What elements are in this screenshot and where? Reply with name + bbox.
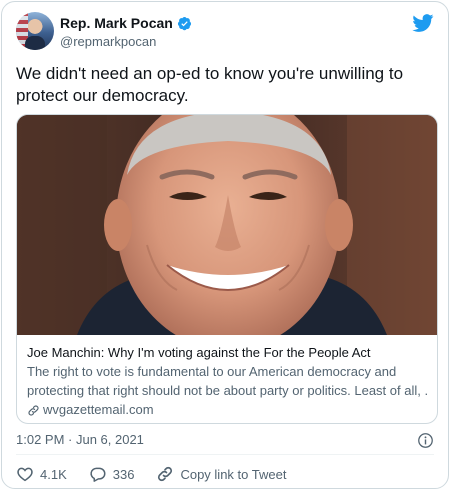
link-preview-card[interactable]: Joe Manchin: Why I'm voting against the … xyxy=(16,114,438,424)
copy-link-icon xyxy=(158,466,173,482)
link-title[interactable]: Joe Manchin: Why I'm voting against the … xyxy=(27,344,427,362)
link-domain: wvgazettemail.com xyxy=(43,402,154,417)
link-domain-row: wvgazettemail.com xyxy=(27,401,427,419)
tweet-text: We didn't need an op-ed to know you're u… xyxy=(16,64,404,105)
link-icon xyxy=(28,404,39,416)
copy-link-label: Copy link to Tweet xyxy=(180,466,287,482)
divider xyxy=(16,454,434,455)
reply-icon xyxy=(90,467,106,482)
reply-button[interactable]: 336 xyxy=(89,465,135,483)
link-description-line-2: protecting that right should not be abou… xyxy=(27,383,427,398)
timestamp-row: 1:02 PM · Jun 6, 2021 xyxy=(16,432,434,450)
avatar-figure xyxy=(25,36,45,50)
article-photo-illustration xyxy=(17,115,437,335)
timestamp[interactable]: 1:02 PM · Jun 6, 2021 xyxy=(16,432,144,447)
tweet-card: Rep. Mark Pocan @repmarkpocan We didn't … xyxy=(1,1,449,489)
link-description-line-1: The right to vote is fundamental to our … xyxy=(27,364,397,379)
author-name[interactable]: Rep. Mark Pocan xyxy=(60,15,173,31)
article-photo xyxy=(17,115,437,335)
heart-icon xyxy=(17,467,33,482)
info-icon[interactable] xyxy=(417,432,434,449)
like-button[interactable]: 4.1K xyxy=(16,465,67,483)
action-bar: 4.1K 336 Copy link to Tweet xyxy=(16,464,308,484)
twitter-bird-icon[interactable] xyxy=(412,14,434,32)
reply-count: 336 xyxy=(112,466,135,482)
author-handle[interactable]: @repmarkpocan xyxy=(60,34,156,49)
copy-link-button[interactable]: Copy link to Tweet xyxy=(156,465,286,483)
like-count: 4.1K xyxy=(40,466,67,482)
avatar[interactable] xyxy=(16,12,54,50)
verified-badge-icon xyxy=(177,16,191,30)
tweet-header: Rep. Mark Pocan @repmarkpocan xyxy=(16,12,434,56)
link-preview-body: Joe Manchin: Why I'm voting against the … xyxy=(27,344,427,419)
author-name-row: Rep. Mark Pocan xyxy=(60,15,192,31)
